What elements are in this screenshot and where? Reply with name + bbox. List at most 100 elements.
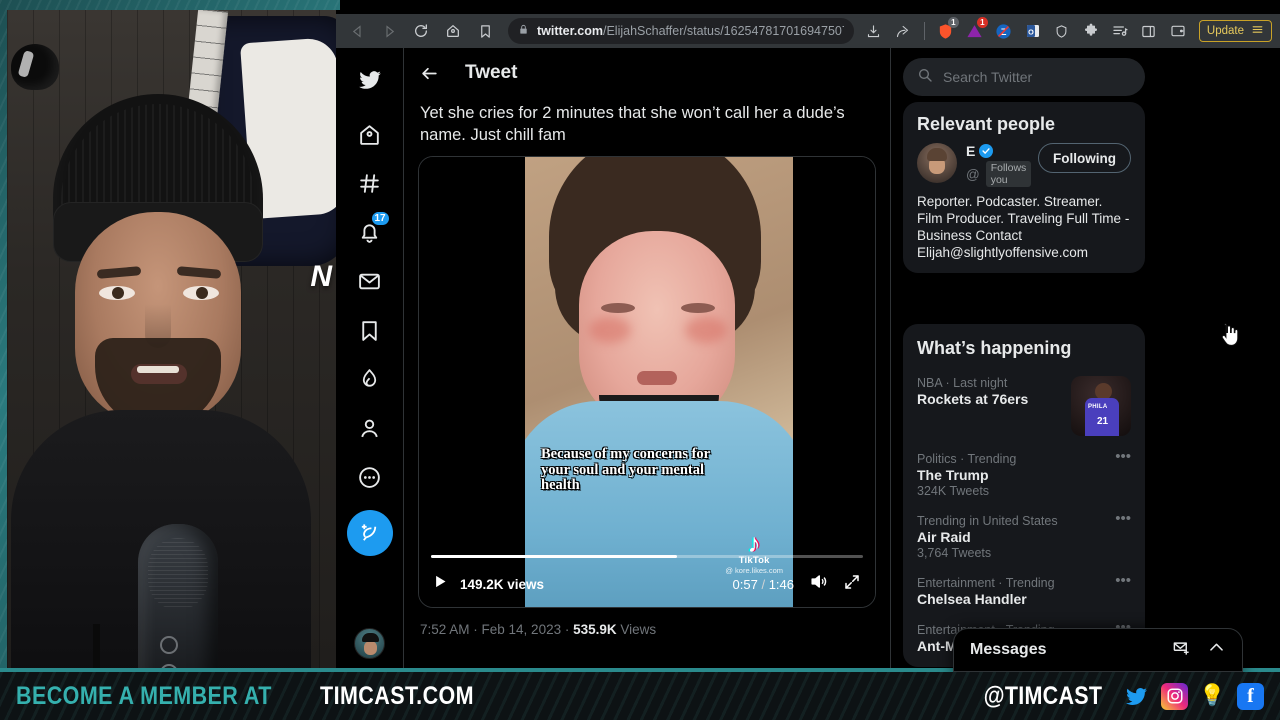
forward-arrow-icon[interactable] xyxy=(374,16,404,46)
toolbar-divider xyxy=(923,22,925,40)
compose-tweet-button[interactable] xyxy=(346,510,393,556)
messages-dock-title: Messages xyxy=(970,641,1047,658)
person-bio: Reporter. Podcaster. Streamer. Film Prod… xyxy=(917,194,1130,260)
search-twitter-box[interactable]: Search Twitter xyxy=(903,58,1145,96)
twitter-icon xyxy=(1123,683,1150,710)
trend-item[interactable]: Trending in United States Air Raid 3,764 T… xyxy=(903,505,1145,567)
reload-icon[interactable] xyxy=(406,16,436,46)
tweet-body-text: Yet she cries for 2 minutes that she won… xyxy=(420,104,845,144)
brave-shield-icon[interactable]: 1 xyxy=(934,17,959,43)
face xyxy=(75,212,241,428)
trend-main: Trending in United States Air Raid 3,764 T… xyxy=(917,514,1109,560)
trend-category: Trending in United States xyxy=(917,514,1058,528)
twitter-nav-rail: 17 xyxy=(336,48,403,672)
bookmark-icon[interactable] xyxy=(470,16,500,46)
play-button[interactable] xyxy=(433,573,448,595)
sidebar-item-twitter-blue[interactable] xyxy=(348,357,392,401)
playlist-icon[interactable] xyxy=(1108,19,1132,43)
sidebar-item-messages[interactable] xyxy=(348,259,392,303)
video-caption-overlay: Because of my concerns for your soul and… xyxy=(541,446,710,493)
whats-happening-card: What’s happening NBA · Last night Rockets… xyxy=(903,324,1145,667)
sidebar-item-more[interactable] xyxy=(348,455,392,499)
trend-item[interactable]: Entertainment · Trending Chelsea Handler •… xyxy=(903,567,1145,614)
volume-icon[interactable] xyxy=(809,572,828,596)
banner-right: @TIMCAST 💡 f xyxy=(974,682,1264,711)
back-arrow-icon[interactable] xyxy=(342,16,372,46)
sidebar-item-profile[interactable] xyxy=(348,406,392,450)
update-button-label: Update xyxy=(1206,25,1244,37)
new-message-icon[interactable] xyxy=(1172,638,1191,662)
trend-item[interactable]: Politics · Trending The Trump 324K Tweets •… xyxy=(903,443,1145,505)
brave-badge: 1 xyxy=(947,17,959,28)
trend-category: Entertainment · Trending xyxy=(917,576,1055,590)
trend-name: Air Raid xyxy=(917,529,971,545)
host-person xyxy=(11,94,311,668)
install-icon[interactable] xyxy=(862,19,886,43)
trend-more-icon[interactable]: ••• xyxy=(1109,449,1131,498)
video-progress-bar[interactable] xyxy=(431,555,863,558)
trend-more-icon[interactable]: ••• xyxy=(1109,573,1131,607)
messages-dock[interactable]: Messages xyxy=(953,628,1243,672)
sidebar-item-home[interactable] xyxy=(348,112,392,156)
trend-name: Chelsea Handler xyxy=(917,591,1027,607)
avatar[interactable] xyxy=(917,143,957,183)
expand-chevron-up-icon[interactable] xyxy=(1207,638,1226,662)
webcam-video: N xyxy=(7,10,340,668)
adblock-icon[interactable]: Z xyxy=(992,19,1016,43)
url-path: /ElijahSchaffer/status/16254781701694750… xyxy=(603,24,844,38)
office-extension-icon[interactable]: O xyxy=(1021,19,1045,43)
relevant-people-title: Relevant people xyxy=(917,114,1056,134)
relevant-person-row[interactable]: E @ Follows you Following xyxy=(903,143,1145,187)
extensions-puzzle-icon[interactable] xyxy=(1079,19,1103,43)
trend-item[interactable]: NBA · Last night Rockets at 76ers xyxy=(903,367,1145,443)
browser-action-icons: 1 1 Z O xyxy=(862,17,1274,43)
trend-category: Politics · Trending xyxy=(917,452,1017,466)
sidebar-item-explore[interactable] xyxy=(348,161,392,205)
back-button[interactable] xyxy=(420,64,439,83)
trend-list: NBA · Last nightRockets at 76ers Politics… xyxy=(903,367,1145,661)
fullscreen-icon[interactable] xyxy=(843,573,861,596)
search-input-placeholder[interactable]: Search Twitter xyxy=(943,69,1032,85)
video-timecode: 0:57 / 1:46 xyxy=(732,576,794,592)
sidebar-item-bookmarks[interactable] xyxy=(348,308,392,352)
sidebar-item-notifications[interactable]: 17 xyxy=(348,210,392,254)
url-host: twitter.com xyxy=(537,24,603,38)
share-icon[interactable] xyxy=(891,19,915,43)
nb-logo-decor: N xyxy=(310,260,332,293)
menu-icon xyxy=(1251,23,1264,39)
page-title: Tweet xyxy=(465,62,518,83)
messages-dock-actions xyxy=(1172,638,1226,662)
webcam-panel: N xyxy=(0,0,340,672)
trend-name: The Trump xyxy=(917,467,989,483)
following-button[interactable]: Following xyxy=(1038,143,1131,173)
relevant-people-card: Relevant people E @ Follows you Followin… xyxy=(903,102,1145,273)
account-avatar[interactable] xyxy=(354,628,385,659)
video-control-bar: 149.2K views 0:57 / 1:46 xyxy=(419,561,875,607)
trend-more-icon[interactable]: ••• xyxy=(1109,511,1131,560)
banner-site-text: TIMCAST.COM xyxy=(320,681,475,710)
lock-icon xyxy=(518,22,529,40)
wallet-icon[interactable] xyxy=(1166,19,1190,43)
follows-you-badge: Follows you xyxy=(985,161,1032,187)
update-button[interactable]: Update xyxy=(1198,20,1272,42)
home-icon[interactable] xyxy=(438,16,468,46)
trend-name: Rockets at 76ers xyxy=(917,391,1029,407)
warning-extension-icon[interactable]: 1 xyxy=(963,17,988,43)
address-bar-text: twitter.com/ElijahSchaffer/status/162547… xyxy=(537,24,844,38)
whats-happening-title: What’s happening xyxy=(917,338,1072,358)
shield-extension-icon[interactable] xyxy=(1050,19,1074,43)
sidebar-toggle-icon[interactable] xyxy=(1137,19,1161,43)
person-handle: @ xyxy=(966,166,980,182)
screen: N twitter.com/ElijahSchaffer/status/1625… xyxy=(0,0,1280,720)
twitter-logo-icon[interactable] xyxy=(348,58,392,102)
twitter-right-sidebar: Relevant people E @ Follows you Followin… xyxy=(891,48,1279,672)
trend-tweet-count: 3,764 Tweets xyxy=(917,546,992,560)
svg-text:O: O xyxy=(1028,27,1034,36)
tweet-header: Tweet xyxy=(404,48,890,98)
address-bar[interactable]: twitter.com/ElijahSchaffer/status/162547… xyxy=(508,18,854,44)
person-name[interactable]: E xyxy=(966,143,975,159)
microphone-mount-decor xyxy=(11,44,59,90)
tweet-video-player[interactable]: Because of my concerns for your soul and… xyxy=(418,156,876,608)
browser-toolbar: twitter.com/ElijahSchaffer/status/162547… xyxy=(336,14,1280,48)
trend-main: Politics · Trending The Trump 324K Tweets xyxy=(917,452,1109,498)
